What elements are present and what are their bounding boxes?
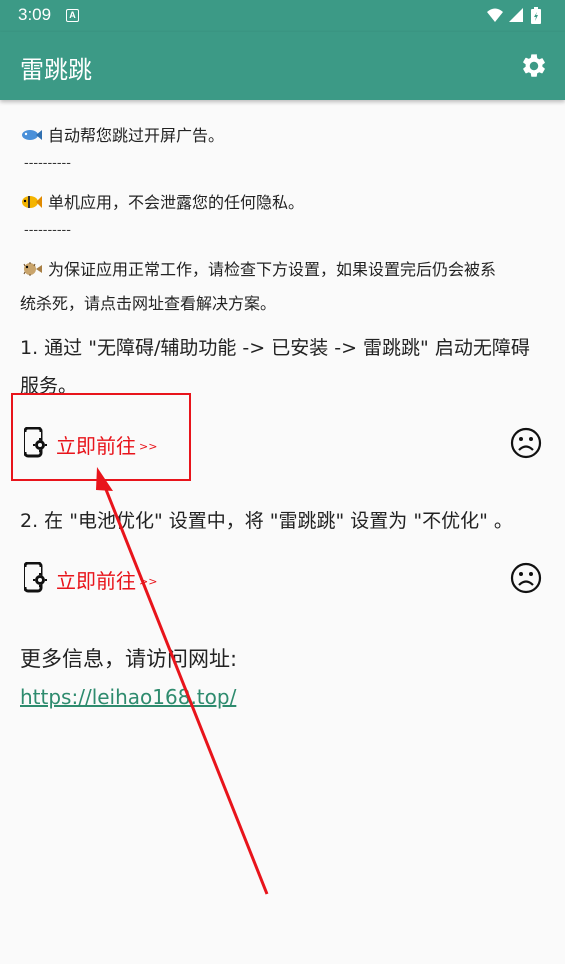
more-info-label: 更多信息，请访问网址:: [20, 647, 238, 671]
intro-line-2: 单机应用，不会泄露您的任何隐私。: [20, 189, 304, 213]
app-title: 雷跳跳: [20, 56, 92, 84]
intro-text-3a: 为保证应用正常工作，请检查下方设置，如果设置完后仍会被系: [48, 260, 497, 279]
intro-text-1: 自动帮您跳过开屏广告。: [48, 126, 225, 145]
step-2-action-row: 立即前往 >>: [20, 558, 548, 598]
status-bar: 3:09 A: [0, 0, 565, 32]
step-2-goto-link[interactable]: 立即前往 >>: [56, 565, 157, 594]
intro-line-1: 自动帮您跳过开屏广告。: [20, 122, 224, 146]
highlight-box: [11, 393, 191, 481]
sad-face-icon: [510, 562, 542, 594]
wifi-icon: [487, 8, 503, 22]
step-1-text-line-1: 1. 通过 "无障碍/辅助功能 -> 已安装 -> 雷跳跳" 启动无障碍: [20, 337, 530, 359]
status-time: 3:09: [18, 5, 52, 24]
step-2-goto-label: 立即前往: [56, 569, 136, 593]
sad-face-icon: [510, 427, 542, 459]
fish-icon: [22, 130, 42, 140]
intro-text-3b: 统杀死，请点击网址查看解决方案。: [20, 294, 277, 313]
signal-icon: [509, 8, 523, 22]
intro-line-3: 为保证应用正常工作，请检查下方设置，如果设置完后仍会被系: [20, 256, 496, 280]
app-bar: 雷跳跳: [0, 32, 565, 100]
step-2-text: 2. 在 "电池优化" 设置中，将 "雷跳跳" 设置为 "不优化" 。: [20, 510, 513, 532]
intro-text-2: 单机应用，不会泄露您的任何隐私。: [48, 193, 305, 212]
notification-a-icon: A: [66, 9, 79, 22]
settings-button[interactable]: [520, 52, 548, 80]
divider-2: ----------: [24, 223, 71, 238]
status-icons: [485, 6, 549, 26]
blowfish-icon: [23, 262, 42, 276]
tropical-fish-icon: [22, 196, 42, 208]
divider-1: ----------: [24, 156, 71, 171]
gear-icon: [523, 54, 545, 77]
battery-icon: [531, 7, 541, 24]
website-link[interactable]: https://leihao168.top/: [20, 685, 236, 709]
phone-settings-icon: [24, 562, 47, 593]
step-2-goto-arrows: >>: [139, 575, 158, 588]
